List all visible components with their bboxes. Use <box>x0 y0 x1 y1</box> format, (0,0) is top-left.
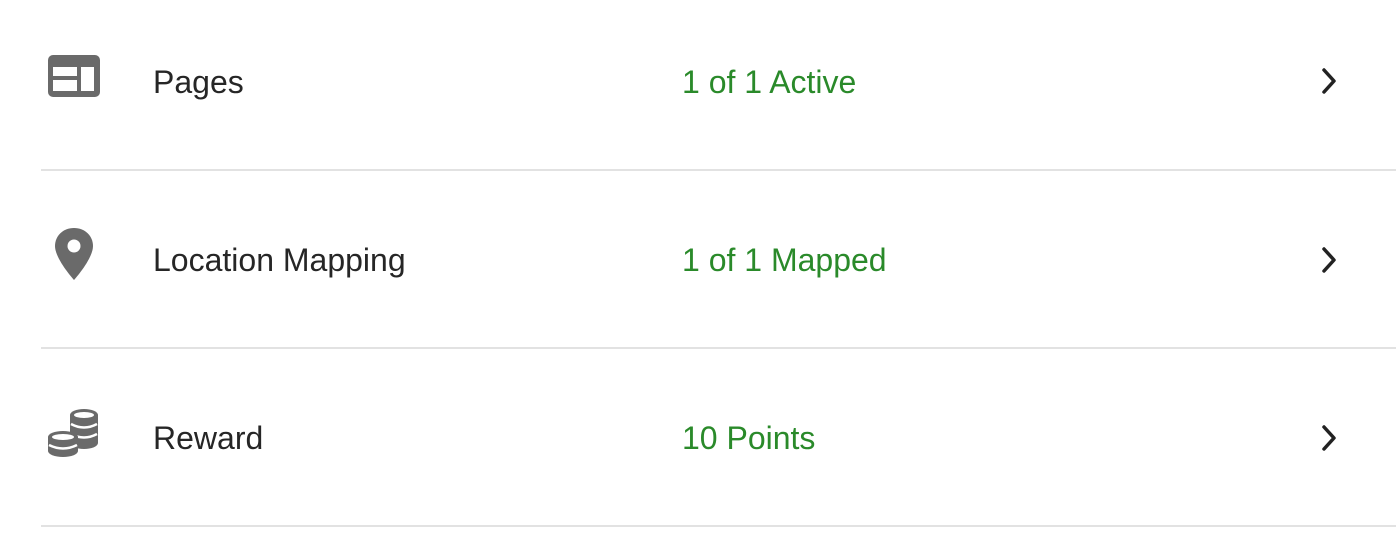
chevron-right-icon <box>1314 423 1344 453</box>
status-text: 1 of 1 Active <box>682 64 857 100</box>
divider <box>41 525 1396 527</box>
list-item-pages[interactable]: Pages 1 of 1 Active <box>0 0 1396 171</box>
chevron-right-icon <box>1314 66 1344 96</box>
item-label: Reward <box>153 420 264 456</box>
item-label: Pages <box>153 64 244 100</box>
coins-icon <box>44 404 104 464</box>
status-text: 10 Points <box>682 420 816 456</box>
chevron-right-icon <box>1314 245 1344 275</box>
settings-list: Pages 1 of 1 Active Location Mapping 1 o… <box>0 0 1396 560</box>
status-text: 1 of 1 Mapped <box>682 242 887 278</box>
list-item-reward[interactable]: Reward 10 Points <box>0 349 1396 527</box>
list-item-location-mapping[interactable]: Location Mapping 1 of 1 Mapped <box>0 171 1396 349</box>
location-pin-icon <box>44 224 104 284</box>
pages-icon <box>44 46 104 106</box>
item-label: Location Mapping <box>153 242 406 278</box>
